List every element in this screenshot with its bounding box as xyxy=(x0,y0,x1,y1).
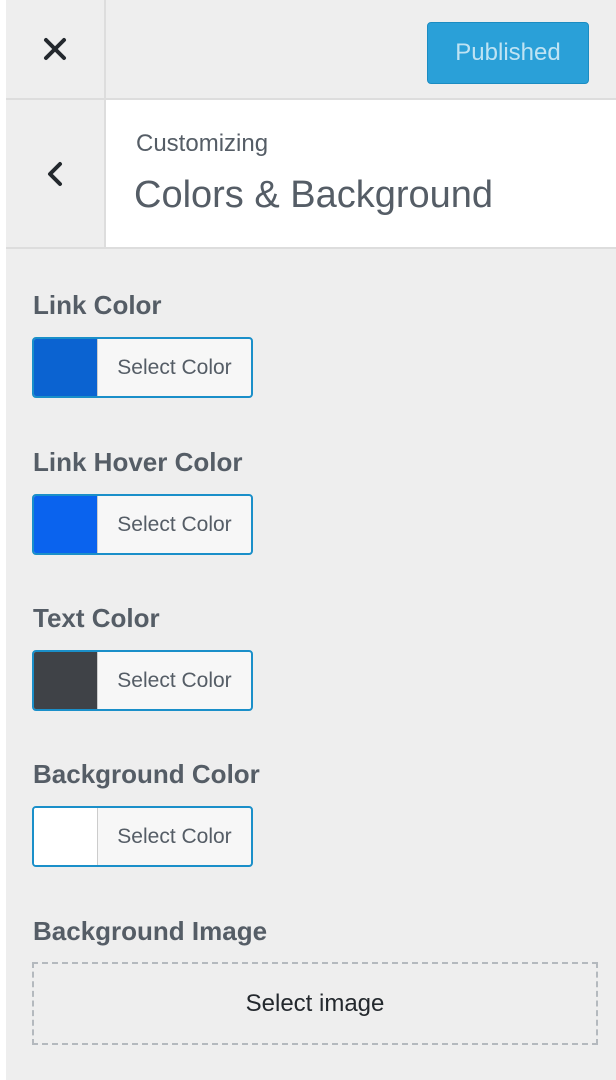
background-color-label: Background Color xyxy=(33,759,260,789)
color-swatch[interactable] xyxy=(34,496,98,553)
link-color-label: Link Color xyxy=(33,290,162,320)
text-color-picker[interactable]: Select Color xyxy=(32,650,253,711)
link-hover-color-label: Link Hover Color xyxy=(33,447,243,477)
close-icon xyxy=(44,38,66,60)
text-color-label: Text Color xyxy=(33,603,160,633)
back-button[interactable] xyxy=(6,100,106,247)
select-color-label[interactable]: Select Color xyxy=(98,652,251,709)
select-color-label[interactable]: Select Color xyxy=(98,339,251,396)
select-color-label[interactable]: Select Color xyxy=(98,808,251,865)
background-color-picker[interactable]: Select Color xyxy=(32,806,253,867)
color-swatch[interactable] xyxy=(34,339,98,396)
close-button[interactable] xyxy=(6,0,106,98)
link-hover-color-picker[interactable]: Select Color xyxy=(32,494,253,555)
select-image-button[interactable]: Select image xyxy=(32,962,598,1045)
section-title: Colors & Background xyxy=(134,174,494,216)
link-color-picker[interactable]: Select Color xyxy=(32,337,253,398)
section-header: Customizing Colors & Background xyxy=(6,100,616,249)
customizer-panel: Published Customizing Colors & Backgroun… xyxy=(6,0,616,1080)
chevron-left-icon xyxy=(48,161,62,186)
color-swatch[interactable] xyxy=(34,808,98,865)
publish-button[interactable]: Published xyxy=(427,22,589,84)
color-swatch[interactable] xyxy=(34,652,98,709)
select-color-label[interactable]: Select Color xyxy=(98,496,251,553)
background-image-label: Background Image xyxy=(33,916,268,946)
section-subtitle: Customizing xyxy=(136,130,269,157)
customizer-header: Published xyxy=(6,0,616,100)
